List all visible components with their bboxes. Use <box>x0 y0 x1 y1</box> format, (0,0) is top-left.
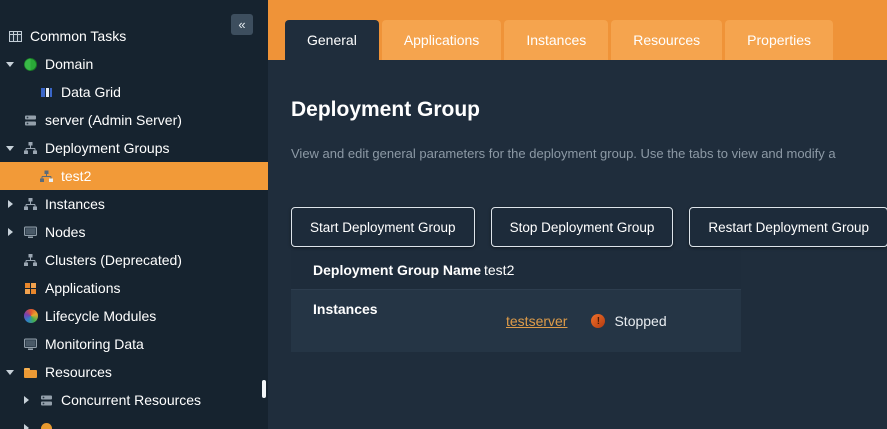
resources-folder-icon <box>23 365 38 380</box>
sidebar-item-clusters-deprecated[interactable]: Clusters (Deprecated) <box>0 246 268 274</box>
page-title: Deployment Group <box>291 98 887 122</box>
status-text: Stopped <box>614 313 666 329</box>
tab-resources[interactable]: Resources <box>611 20 722 60</box>
row-label: Deployment Group Name <box>291 262 484 278</box>
monitoring-data-icon <box>23 337 38 352</box>
tab-bar: General Applications Instances Resources… <box>268 0 887 60</box>
sidebar-item-domain[interactable]: Domain <box>0 50 268 78</box>
main-panel: General Applications Instances Resources… <box>268 0 887 429</box>
action-buttons: Start Deployment Group Stop Deployment G… <box>291 207 887 247</box>
sidebar-item-common-tasks[interactable]: Common Tasks <box>0 22 268 50</box>
stop-deployment-group-button[interactable]: Stop Deployment Group <box>491 207 674 247</box>
sidebar-item-monitoring-data[interactable]: Monitoring Data <box>0 330 268 358</box>
instance-link-testserver[interactable]: testserver <box>506 313 567 329</box>
expand-arrow-icon[interactable] <box>4 146 16 151</box>
tab-applications[interactable]: Applications <box>382 20 502 60</box>
sidebar: Common Tasks Domain Data Grid <box>0 0 268 429</box>
collapse-arrow-icon[interactable] <box>4 200 16 208</box>
collapse-arrow-icon[interactable] <box>20 396 32 404</box>
row-label: Instances <box>291 290 484 352</box>
tab-properties[interactable]: Properties <box>725 20 833 60</box>
deployment-groups-icon <box>23 141 38 156</box>
table-row: Instances testserver Stopped <box>291 290 741 352</box>
clusters-icon <box>23 253 38 268</box>
sidebar-item-applications[interactable]: Applications <box>0 274 268 302</box>
page-description: View and edit general parameters for the… <box>291 146 887 161</box>
resource-icon <box>39 421 54 429</box>
data-grid-icon <box>39 85 54 100</box>
sidebar-scrollbar-thumb[interactable] <box>262 380 266 398</box>
table-row: Deployment Group Name test2 <box>291 250 741 290</box>
nodes-icon <box>23 225 38 240</box>
sidebar-item-data-grid[interactable]: Data Grid <box>0 78 268 106</box>
restart-deployment-group-button[interactable]: Restart Deployment Group <box>689 207 887 247</box>
domain-globe-icon <box>23 57 38 72</box>
stopped-status-icon <box>591 314 605 328</box>
collapse-arrow-icon[interactable] <box>20 424 32 429</box>
instances-icon <box>23 197 38 212</box>
sidebar-collapse-button[interactable] <box>231 14 253 35</box>
deployment-group-name-value: test2 <box>484 262 514 278</box>
sidebar-item-concurrent-resources[interactable]: Concurrent Resources <box>0 386 268 414</box>
expand-arrow-icon[interactable] <box>4 370 16 375</box>
sidebar-item-deployment-groups[interactable]: Deployment Groups <box>0 134 268 162</box>
deployment-group-icon <box>39 169 54 184</box>
server-icon <box>23 113 38 128</box>
sidebar-item-nodes[interactable]: Nodes <box>0 218 268 246</box>
sidebar-item-test2[interactable]: test2 <box>0 162 268 190</box>
lifecycle-modules-icon <box>23 309 38 324</box>
expand-arrow-icon[interactable] <box>4 62 16 67</box>
common-tasks-icon <box>8 29 23 44</box>
start-deployment-group-button[interactable]: Start Deployment Group <box>291 207 475 247</box>
navigation-tree: Common Tasks Domain Data Grid <box>0 0 268 429</box>
app-window: Common Tasks Domain Data Grid <box>0 0 887 429</box>
sidebar-item-lifecycle-modules[interactable]: Lifecycle Modules <box>0 302 268 330</box>
tab-instances[interactable]: Instances <box>504 20 608 60</box>
sidebar-item-instances[interactable]: Instances <box>0 190 268 218</box>
instances-value: testserver Stopped <box>484 313 667 329</box>
applications-icon <box>23 281 38 296</box>
sidebar-item-resources[interactable]: Resources <box>0 358 268 386</box>
sidebar-item-server-admin[interactable]: server (Admin Server) <box>0 106 268 134</box>
collapse-arrow-icon[interactable] <box>4 228 16 236</box>
content-area: Deployment Group View and edit general p… <box>268 60 887 429</box>
sidebar-item-partial[interactable] <box>0 414 268 429</box>
tab-general[interactable]: General <box>285 20 379 60</box>
concurrent-resources-icon <box>39 393 54 408</box>
deployment-group-table: Deployment Group Name test2 Instances te… <box>291 250 741 352</box>
